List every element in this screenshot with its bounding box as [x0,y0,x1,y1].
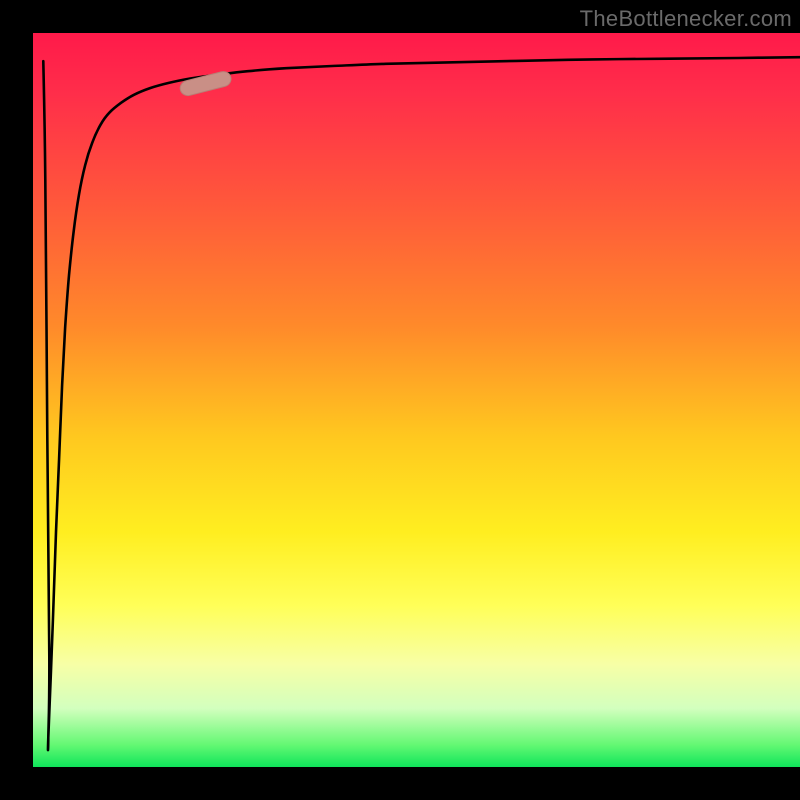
plot-svg [33,33,800,767]
chart-frame: TheBottlenecker.com [0,0,800,800]
attribution-watermark: TheBottlenecker.com [580,6,792,32]
plot-background-gradient [33,33,800,767]
curve-highlight-marker [179,70,233,97]
bottleneck-curve [43,57,800,750]
